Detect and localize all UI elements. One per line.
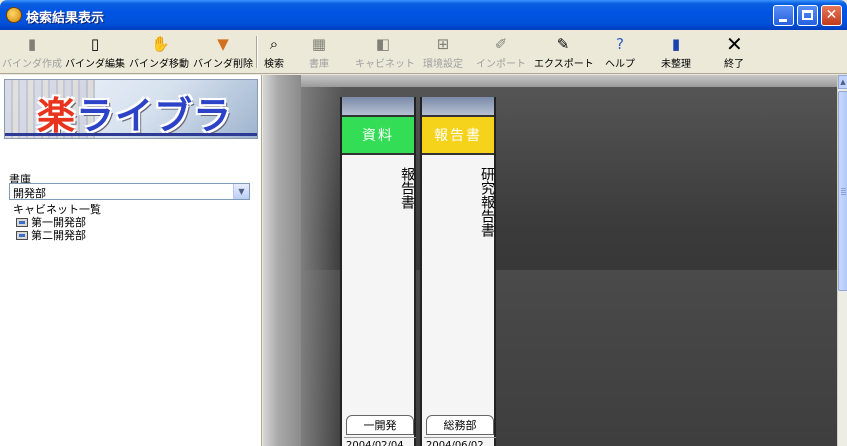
tree-item-cabinet[interactable]: 第二開発部 bbox=[13, 230, 101, 242]
cabinet-side-shadow bbox=[301, 87, 343, 446]
banner-rule bbox=[5, 133, 257, 136]
import-button[interactable]: ✐ インポート bbox=[476, 32, 526, 72]
trash-icon: ▼ bbox=[217, 35, 229, 53]
help-button[interactable]: ? ヘルプ bbox=[600, 32, 640, 72]
vertical-scrollbar[interactable]: ▲ bbox=[837, 75, 847, 446]
binder[interactable]: 資料 報告書 一開発 2004/02/04 bbox=[340, 97, 416, 446]
close-icon: ✕ bbox=[825, 7, 838, 23]
hand-icon: ✋ bbox=[151, 35, 170, 53]
binder[interactable]: 報告書 研究報告書 総務部 2004/06/02 bbox=[420, 97, 496, 446]
title-bar[interactable]: 検索結果表示 ✕ bbox=[0, 0, 847, 30]
library-button[interactable]: ▦ 書庫 bbox=[302, 32, 336, 72]
binder-cap bbox=[342, 97, 414, 117]
settings-icon: ⊞ bbox=[436, 35, 450, 53]
close-button[interactable]: ✕ bbox=[821, 5, 842, 26]
binder-date: 2004/02/04 bbox=[344, 437, 416, 446]
binder-edit-icon: ▯ bbox=[90, 35, 100, 53]
maximize-icon bbox=[802, 10, 813, 20]
cabinet-tree: キャビネット一覧 第一開発部 第二開発部 bbox=[13, 204, 101, 242]
scroll-up-button[interactable]: ▲ bbox=[838, 75, 847, 89]
toolbar-separator bbox=[256, 36, 258, 68]
settings-button[interactable]: ⊞ 環境設定 bbox=[418, 32, 468, 72]
binder-edit-button[interactable]: ▯ バインダ編集 bbox=[64, 32, 126, 72]
binder-title: 研究報告書 bbox=[479, 167, 495, 237]
binder-delete-button[interactable]: ▼ バインダ削除 bbox=[192, 32, 254, 72]
left-panel: 楽ライブラリ 書庫 開発部 ▼ キャビネット一覧 第一開発部 第二開発部 bbox=[0, 75, 262, 446]
library-select[interactable]: 開発部 ▼ bbox=[9, 183, 250, 200]
binder-category: 資料 bbox=[342, 117, 414, 155]
cabinet-button[interactable]: ◧ キャビネット bbox=[355, 32, 415, 72]
binder-cap bbox=[422, 97, 494, 117]
app-icon bbox=[6, 7, 22, 23]
search-icon: ⌕ bbox=[269, 35, 279, 53]
help-icon: ? bbox=[616, 35, 624, 53]
binder-move-button[interactable]: ✋ バインダ移動 bbox=[128, 32, 190, 72]
export-icon: ✎ bbox=[556, 35, 570, 53]
binder-date: 2004/06/02 bbox=[424, 437, 496, 446]
scroll-thumb[interactable] bbox=[838, 91, 847, 291]
tree-item-cabinet[interactable]: 第一開発部 bbox=[13, 217, 101, 229]
exit-icon: ✕ bbox=[726, 32, 743, 56]
binder-title: 報告書 bbox=[399, 167, 415, 209]
app-banner: 楽ライブラリ bbox=[4, 79, 258, 139]
window-title: 検索結果表示 bbox=[26, 11, 105, 26]
cabinet-top bbox=[301, 75, 837, 87]
export-button[interactable]: ✎ エクスポート bbox=[534, 32, 594, 72]
binder-category: 報告書 bbox=[422, 117, 494, 155]
cabinet-frame-left bbox=[263, 75, 301, 446]
library-icon: ▦ bbox=[311, 35, 327, 53]
library-select-value: 開発部 bbox=[13, 187, 46, 200]
exit-button[interactable]: ✕ 終了 bbox=[714, 32, 754, 72]
minimize-icon bbox=[779, 19, 787, 22]
import-icon: ✐ bbox=[494, 35, 508, 53]
tree-root-cabinet-list[interactable]: キャビネット一覧 bbox=[13, 204, 101, 216]
binder-icon: ▮ bbox=[27, 35, 37, 53]
cabinet-icon: ◧ bbox=[375, 35, 391, 53]
cabinet-icon bbox=[16, 231, 28, 240]
unsorted-button[interactable]: ▮ 未整理 bbox=[654, 32, 698, 72]
cabinet-view: 資料 報告書 一開発 2004/02/04 報告書 研究報告書 総務部 2004… bbox=[263, 75, 837, 446]
chevron-down-icon[interactable]: ▼ bbox=[233, 184, 249, 199]
binder-department: 一開発 bbox=[346, 415, 414, 435]
scroll-grip bbox=[841, 188, 846, 195]
binder-department: 総務部 bbox=[426, 415, 494, 435]
cabinet-icon bbox=[16, 218, 28, 227]
maximize-button[interactable] bbox=[797, 5, 818, 26]
toolbar: ▮ バインダ作成 ▯ バインダ編集 ✋ バインダ移動 ▼ バインダ削除 ⌕ 検索… bbox=[0, 30, 847, 74]
unsorted-icon: ▮ bbox=[671, 35, 681, 53]
app-logo: 楽ライブラリ bbox=[37, 94, 233, 138]
minimize-button[interactable] bbox=[773, 5, 794, 26]
search-button[interactable]: ⌕ 検索 bbox=[260, 32, 288, 72]
binder-create-button[interactable]: ▮ バインダ作成 bbox=[2, 32, 62, 72]
